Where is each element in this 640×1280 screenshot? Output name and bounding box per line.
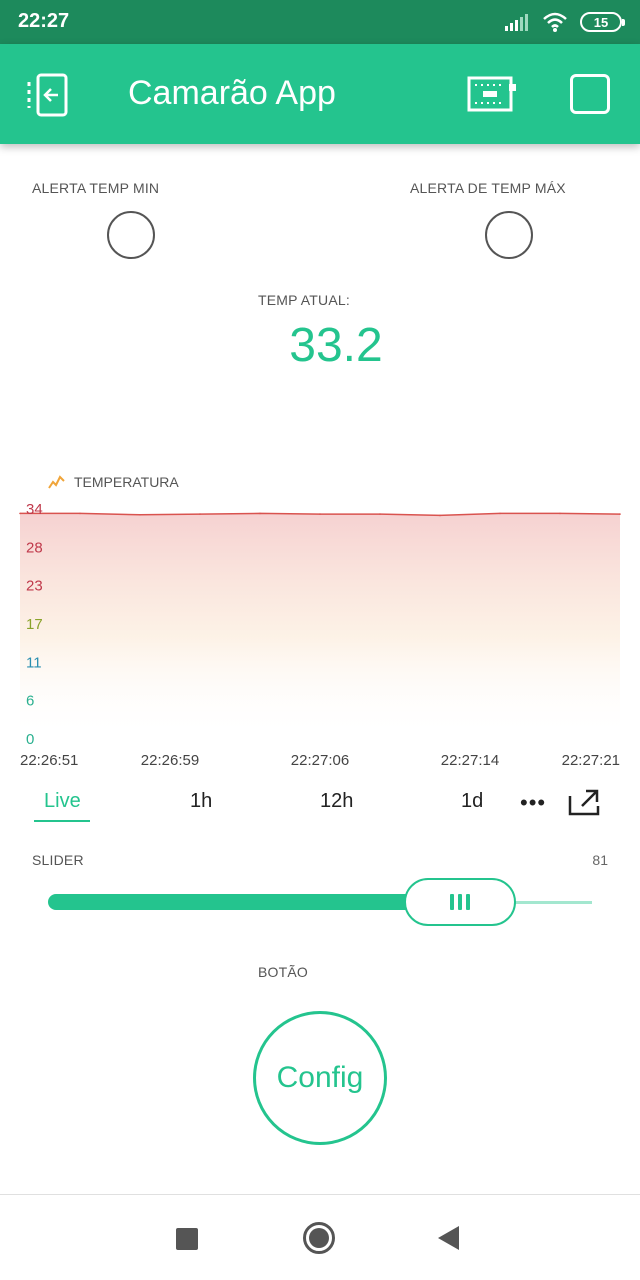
chart-area-fill (20, 513, 620, 738)
chart-point (19, 512, 21, 515)
signal-icon (505, 14, 528, 31)
chart-y-tick-label: 23 (26, 578, 43, 595)
chart-point (379, 513, 381, 515)
home-icon-dot (309, 1228, 329, 1248)
more-options-button[interactable]: ••• (520, 790, 546, 816)
home-icon[interactable] (303, 1222, 335, 1254)
temperature-chart[interactable]: 34 28 23 17 11 6 0 22:26:51 22:26:59 22:27:06 22:… (0, 460, 640, 780)
export-icon[interactable] (568, 788, 600, 816)
config-button[interactable]: Config (253, 1011, 387, 1145)
chart-x-tick-label: 22:26:51 (20, 752, 78, 769)
wifi-icon (543, 12, 567, 32)
slider-track-filled[interactable] (48, 894, 428, 910)
chart-point (619, 513, 621, 515)
recent-apps-icon[interactable] (176, 1228, 198, 1250)
chart-x-tick-label: 22:27:06 (291, 752, 349, 769)
chart-point (139, 513, 141, 516)
chart-point (439, 514, 441, 517)
app-title: Camarão App (128, 74, 336, 112)
app-bar: Camarão App (0, 44, 640, 144)
battery-icon: 15 (580, 12, 625, 32)
status-bar: 22:27 15 (0, 0, 640, 44)
chart-point (259, 512, 261, 515)
led-alert-max[interactable] (485, 211, 533, 259)
slider-value: 81 (592, 852, 608, 868)
tab-1h[interactable]: 1h (190, 790, 212, 813)
led-label-min: ALERTA TEMP MIN (32, 180, 160, 196)
button-widget-label: BOTÃO (258, 964, 309, 980)
tab-live[interactable]: Live (44, 790, 81, 813)
tab-12h[interactable]: 12h (320, 790, 353, 813)
battery-level: 15 (593, 14, 609, 30)
chart-point (199, 513, 201, 515)
status-icons: 15 (504, 10, 625, 34)
chart-y-tick-label: 28 (26, 539, 43, 556)
temp-value: 33.2 (289, 319, 383, 372)
chart-y-tick-label: 34 (26, 501, 43, 518)
chart-point (499, 512, 501, 515)
grip-icon (450, 894, 454, 910)
slider-label: SLIDER (32, 852, 84, 868)
chart-point (319, 513, 321, 515)
chart-y-tick-label: 17 (26, 616, 43, 633)
tab-1d[interactable]: 1d (461, 790, 483, 813)
chart-point (79, 512, 81, 515)
chart-x-tick-label: 22:27:21 (562, 752, 620, 769)
tab-selected-indicator (34, 820, 90, 822)
chart-y-tick-label: 0 (26, 731, 34, 748)
led-label-max: ALERTA DE TEMP MÁX (410, 180, 566, 196)
chart-x-tick-label: 22:26:59 (141, 752, 199, 769)
chart-y-tick-label: 11 (26, 654, 42, 671)
add-widget-icon[interactable] (570, 74, 610, 114)
status-time: 22:27 (18, 10, 70, 32)
grip-icon (458, 894, 462, 910)
chart-point (559, 512, 561, 515)
slider-thumb[interactable] (404, 878, 516, 926)
chart-y-tick-label: 6 (26, 693, 34, 710)
temp-label: TEMP ATUAL: (258, 292, 350, 308)
back-nav-icon[interactable] (438, 1226, 459, 1250)
chart-x-tick-label: 22:27:14 (441, 752, 499, 769)
device-icon[interactable] (466, 74, 518, 114)
grip-icon (466, 894, 470, 910)
app-screen: 22:27 15 Camarão App ALERTA TEMP MIN ALE… (0, 0, 640, 1280)
back-icon[interactable] (26, 72, 72, 118)
led-alert-min[interactable] (107, 211, 155, 259)
